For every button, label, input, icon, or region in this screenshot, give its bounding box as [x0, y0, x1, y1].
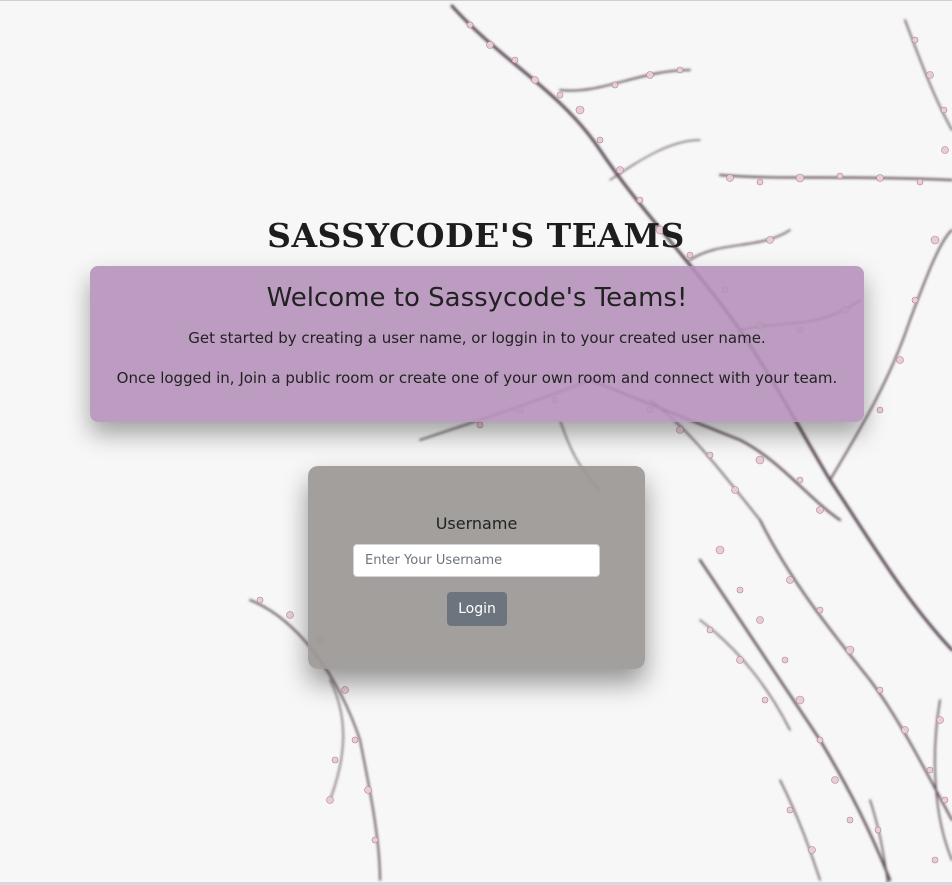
login-form: Username Login	[308, 466, 645, 669]
login-button[interactable]: Login	[447, 592, 507, 626]
username-input[interactable]	[353, 544, 600, 577]
welcome-card: Welcome to Sassycode's Teams! Get starte…	[90, 266, 864, 422]
welcome-room-info: Once logged in, Join a public room or cr…	[116, 369, 838, 387]
cherry-blossom-background	[249, 4, 952, 885]
welcome-instructions: Get started by creating a user name, or …	[188, 329, 766, 347]
site-title: SASSYCODE'S TEAMS	[267, 216, 685, 255]
username-label: Username	[435, 514, 518, 533]
welcome-heading: Welcome to Sassycode's Teams!	[266, 283, 688, 313]
